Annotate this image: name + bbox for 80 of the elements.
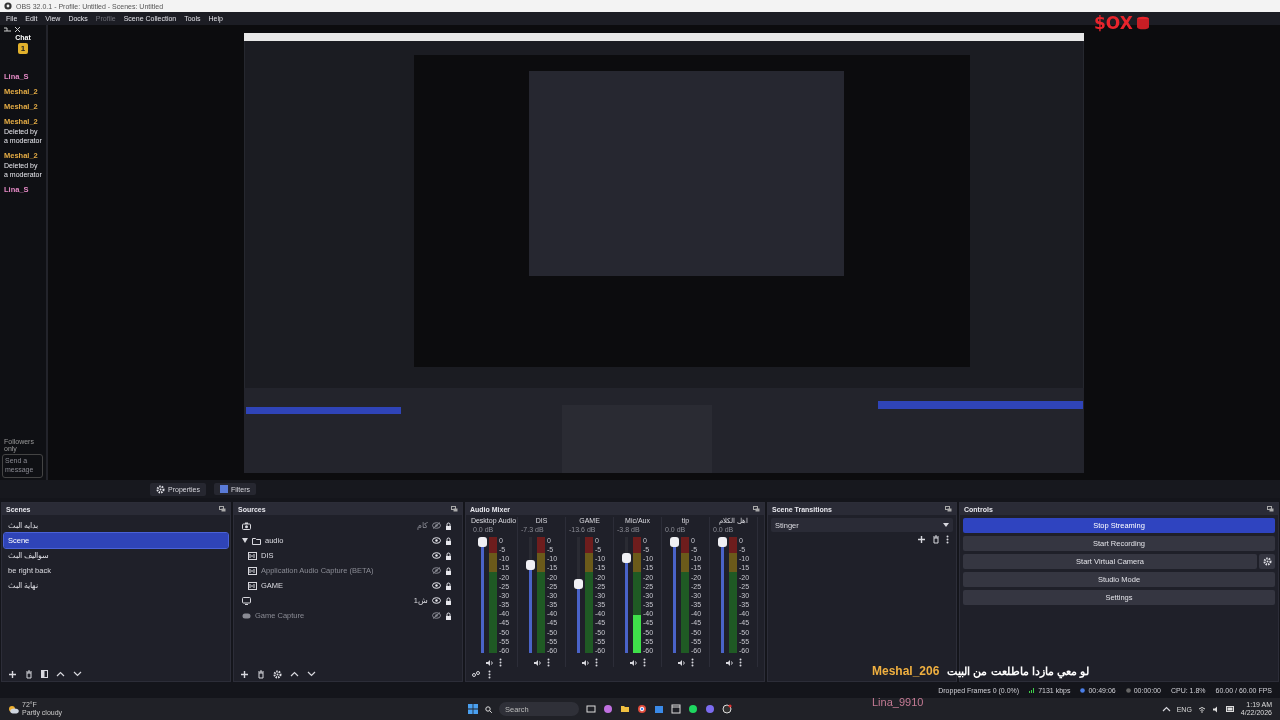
search-icon[interactable]	[485, 705, 492, 713]
speaker-icon[interactable]	[725, 658, 734, 667]
undock-icon[interactable]	[753, 506, 760, 512]
down-icon[interactable]	[73, 671, 82, 677]
up-icon[interactable]	[1161, 706, 1171, 712]
lock-icon[interactable]	[445, 581, 452, 590]
overlay-chat-username: Meshal_206	[872, 664, 940, 678]
trash-icon[interactable]	[257, 669, 265, 679]
live-dot-icon	[1080, 687, 1086, 693]
lock-icon[interactable]	[445, 611, 452, 620]
close-icon[interactable]	[15, 27, 20, 32]
lock-icon[interactable]	[445, 536, 452, 545]
count-badge: 1	[17, 43, 29, 54]
undock-icon[interactable]	[219, 506, 226, 512]
audio-source-icon	[248, 581, 257, 590]
window-icon[interactable]	[671, 704, 681, 714]
camera-icon	[242, 521, 251, 530]
windows-start-icon[interactable]	[468, 704, 478, 714]
speaker-icon[interactable]	[581, 658, 590, 667]
overlay-chat-message: لو معي مازدا ماطلعت من البيت	[947, 664, 1089, 678]
signal-bars-icon	[1029, 687, 1036, 693]
slider-thumb[interactable]	[525, 560, 535, 571]
dock-icon[interactable]	[4, 27, 11, 32]
add-icon[interactable]	[917, 535, 926, 544]
speaker-icon[interactable]	[629, 658, 638, 667]
slider-thumb[interactable]	[717, 537, 727, 547]
undock-icon[interactable]	[1267, 506, 1274, 512]
trash-icon[interactable]	[25, 669, 33, 679]
volume-icon[interactable]	[1211, 705, 1220, 713]
lock-icon[interactable]	[445, 521, 452, 530]
slider-thumb[interactable]	[621, 552, 631, 563]
eye-slash-icon[interactable]	[432, 567, 441, 574]
link-icon[interactable]	[472, 671, 480, 677]
more-icon[interactable]	[488, 669, 491, 679]
gear-icon[interactable]	[156, 484, 165, 494]
up-icon[interactable]	[56, 671, 65, 677]
weather-cloud-icon	[8, 704, 19, 714]
eye-icon[interactable]	[432, 537, 441, 544]
more-icon[interactable]	[946, 535, 949, 544]
stream-logo-text: $OX	[1094, 13, 1133, 33]
more-icon[interactable]	[643, 658, 646, 667]
monitor-icon	[242, 596, 251, 605]
more-icon[interactable]	[595, 658, 598, 667]
eye-icon[interactable]	[432, 597, 441, 604]
more-icon[interactable]	[739, 658, 742, 667]
slider-thumb[interactable]	[669, 537, 679, 547]
wifi-icon[interactable]	[1197, 705, 1206, 713]
record-dot-icon	[1125, 687, 1131, 693]
settings-icon[interactable]	[273, 669, 282, 679]
battery-icon[interactable]	[1225, 706, 1235, 712]
eye-icon[interactable]	[432, 582, 441, 589]
lock-icon[interactable]	[445, 596, 452, 605]
undock-icon[interactable]	[945, 506, 952, 512]
overlay-chat-username: Lina_9910	[872, 696, 924, 708]
trash-icon[interactable]	[932, 535, 940, 544]
slider-thumb[interactable]	[573, 579, 583, 590]
folder-icon[interactable]	[620, 704, 630, 714]
speaker-icon[interactable]	[485, 658, 494, 667]
dropdown-caret-icon	[943, 523, 949, 527]
eye-slash-icon[interactable]	[432, 612, 441, 619]
speaker-icon[interactable]	[533, 658, 542, 667]
more-icon[interactable]	[499, 658, 502, 667]
audio-source-icon	[248, 551, 257, 560]
more-icon[interactable]	[691, 658, 694, 667]
expand-caret-icon[interactable]	[242, 538, 248, 543]
add-icon[interactable]	[240, 669, 249, 679]
more-icon[interactable]	[547, 658, 550, 667]
undock-icon[interactable]	[451, 506, 458, 512]
folder-icon	[252, 536, 261, 545]
lock-icon[interactable]	[445, 551, 452, 560]
eye-slash-icon[interactable]	[432, 522, 441, 529]
slider-thumb[interactable]	[477, 537, 487, 547]
speaker-icon[interactable]	[677, 658, 686, 667]
eye-icon[interactable]	[432, 552, 441, 559]
up-icon[interactable]	[290, 671, 299, 677]
audio-source-icon	[248, 566, 257, 575]
add-icon[interactable]	[8, 669, 17, 679]
lock-icon[interactable]	[445, 566, 452, 575]
task-view-icon[interactable]	[586, 704, 596, 714]
down-icon[interactable]	[307, 671, 316, 677]
